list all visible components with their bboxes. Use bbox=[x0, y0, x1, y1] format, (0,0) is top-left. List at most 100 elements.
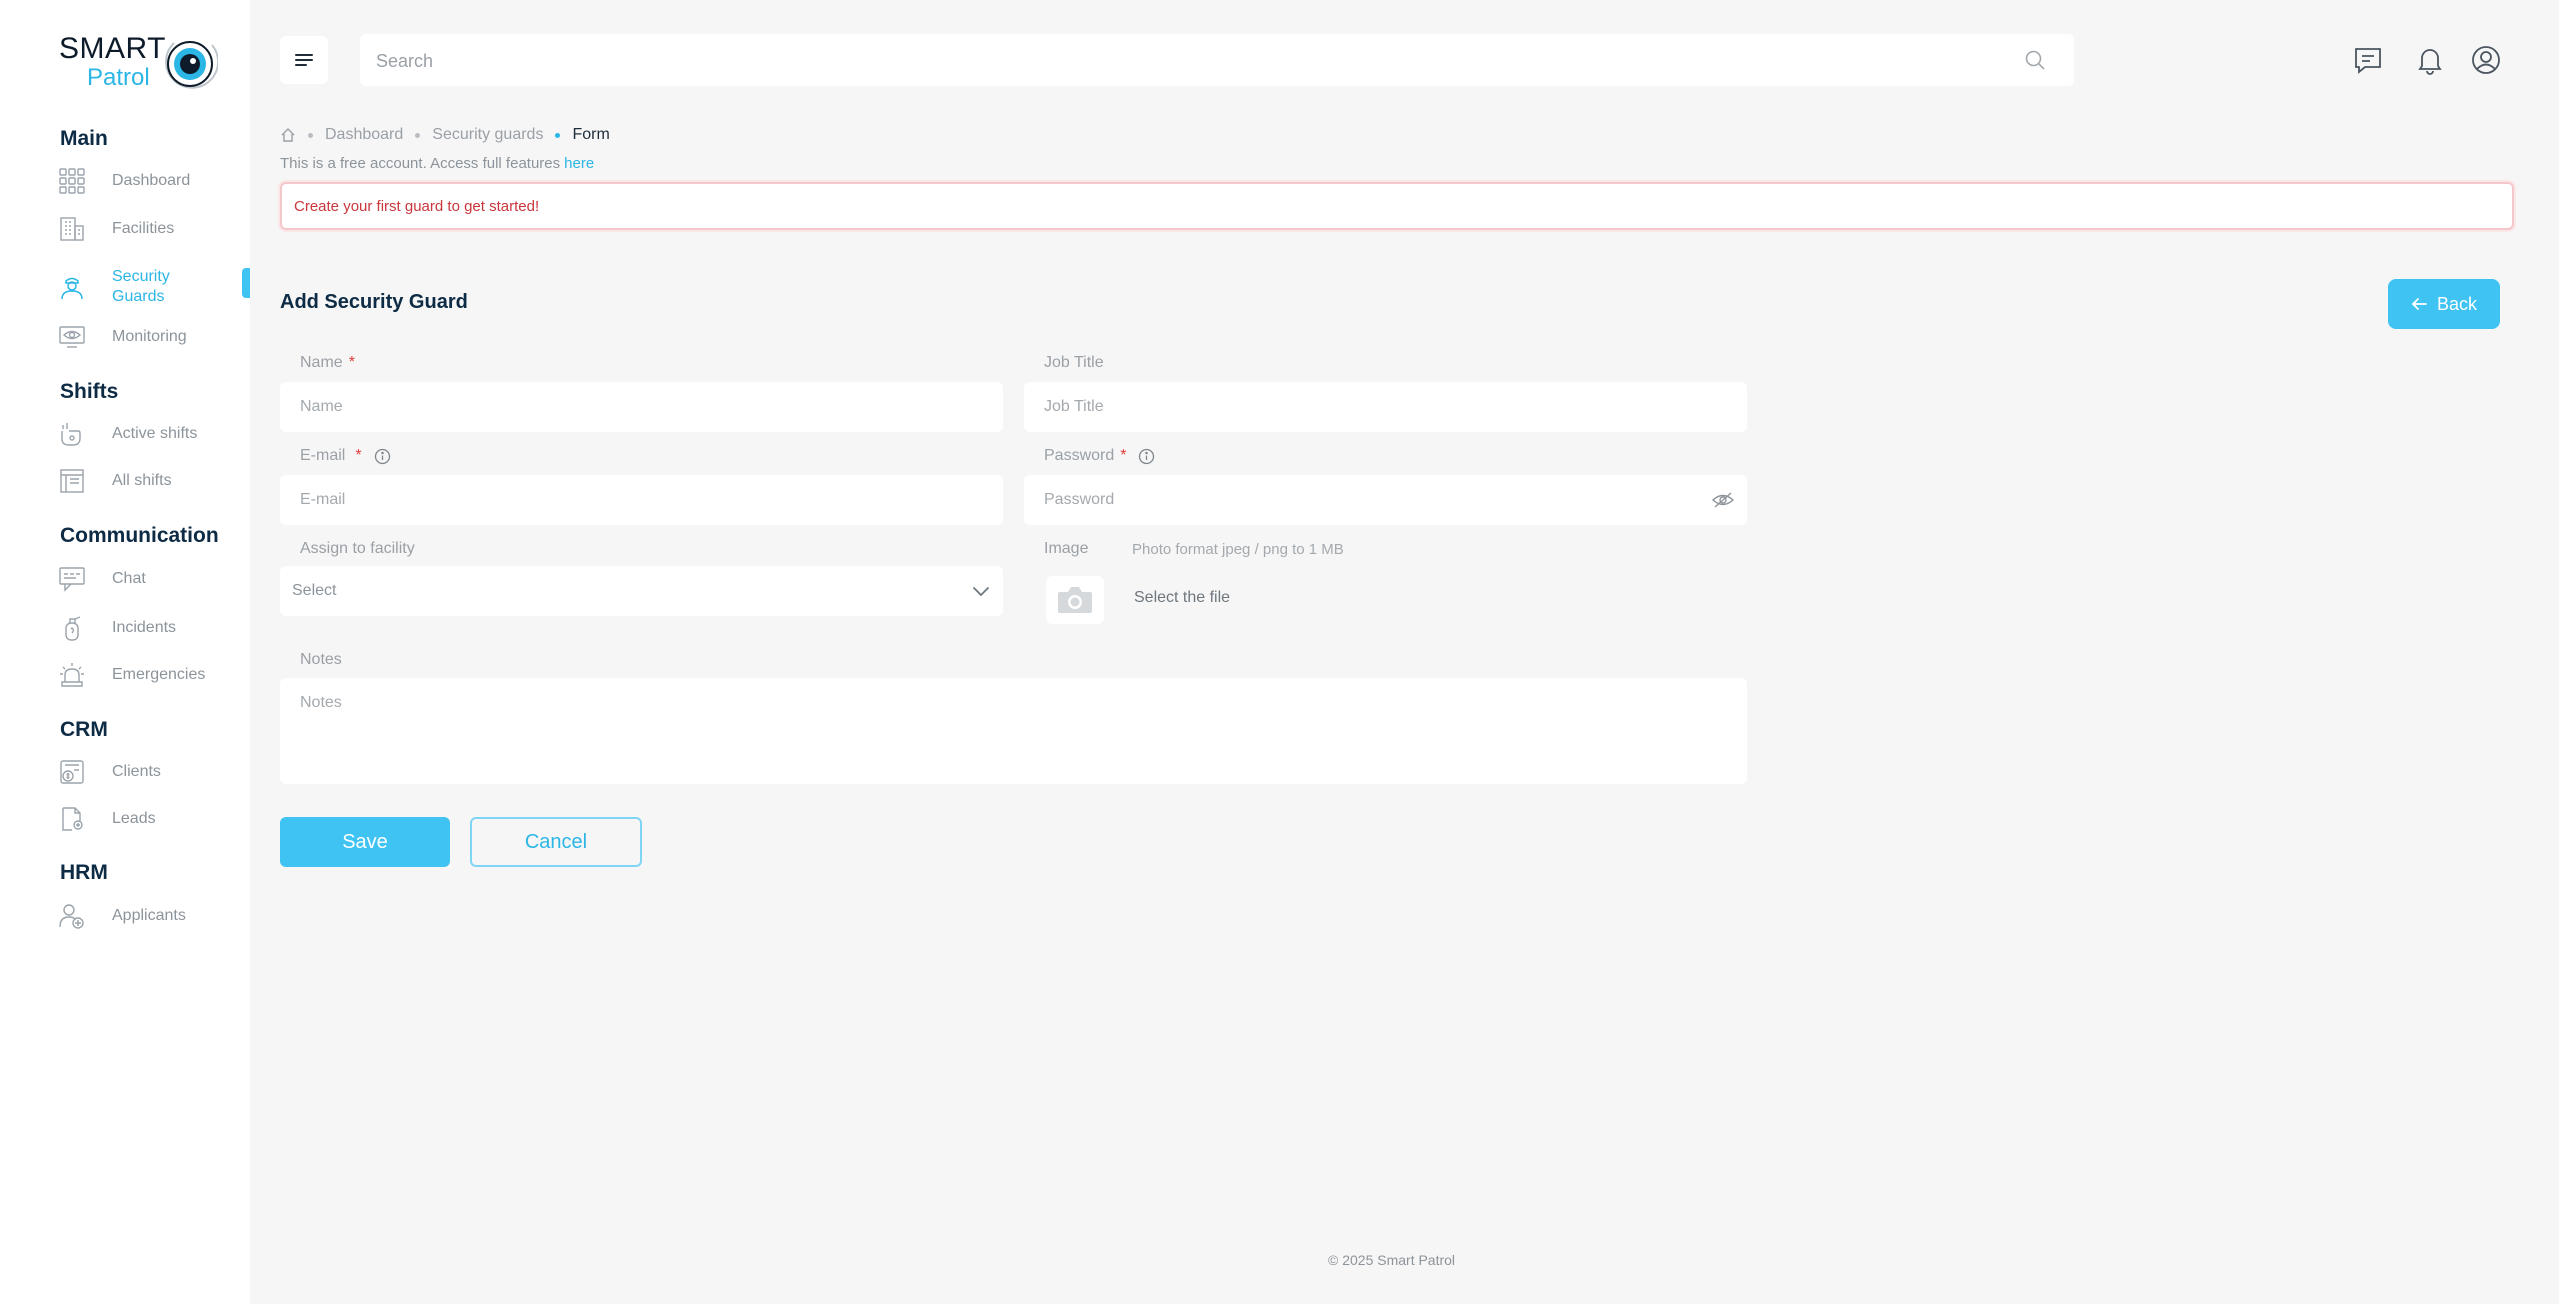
active-item-marker bbox=[242, 268, 250, 298]
image-upload-button[interactable] bbox=[1046, 576, 1104, 624]
menu-toggle-button[interactable] bbox=[280, 36, 328, 84]
sidebar-item-security-guards[interactable]: Security Guards bbox=[59, 268, 250, 306]
sidebar-item-leads[interactable]: Leads bbox=[59, 804, 250, 834]
facility-select-value: Select bbox=[292, 582, 337, 599]
upgrade-link[interactable]: here bbox=[564, 155, 594, 172]
section-title-shifts: Shifts bbox=[60, 380, 119, 403]
required-marker: * bbox=[1120, 447, 1127, 464]
password-label-text: Password bbox=[1044, 447, 1115, 464]
job-title-input[interactable] bbox=[1024, 382, 1747, 432]
free-account-text: This is a free account. Access full feat… bbox=[280, 155, 561, 172]
info-icon[interactable] bbox=[1138, 448, 1155, 465]
search-input[interactable] bbox=[374, 34, 2018, 88]
back-button[interactable]: Back bbox=[2388, 279, 2500, 329]
cancel-button[interactable]: Cancel bbox=[470, 817, 642, 867]
logo[interactable]: SMART Patrol bbox=[59, 30, 219, 94]
menu-icon bbox=[295, 54, 313, 66]
notes-label-text: Notes bbox=[300, 651, 342, 668]
camera-icon bbox=[1058, 587, 1092, 613]
facility-label-text: Assign to facility bbox=[300, 540, 415, 557]
section-title-main: Main bbox=[60, 127, 108, 150]
facility-select[interactable]: Select bbox=[280, 566, 1003, 616]
leads-icon bbox=[62, 807, 83, 831]
alarm-icon bbox=[60, 663, 84, 687]
password-label: Password * bbox=[1044, 447, 1155, 465]
breadcrumb-current: Form bbox=[572, 126, 610, 143]
required-marker: * bbox=[348, 354, 355, 371]
grid-icon bbox=[59, 168, 85, 194]
sidebar-item-chat[interactable]: Chat bbox=[59, 564, 250, 594]
board-icon bbox=[60, 469, 84, 493]
name-input[interactable] bbox=[280, 382, 1003, 432]
page-title: Add Security Guard bbox=[280, 291, 468, 313]
chevron-down-icon bbox=[973, 587, 989, 597]
email-label: E-mail * bbox=[300, 447, 391, 465]
job-title-label: Job Title bbox=[1044, 354, 1104, 372]
name-label: Name * bbox=[300, 354, 355, 372]
breadcrumb-security-guards[interactable]: Security guards bbox=[432, 126, 543, 144]
required-marker: * bbox=[355, 447, 362, 464]
password-input[interactable] bbox=[1024, 475, 1747, 525]
email-input[interactable] bbox=[280, 475, 1003, 525]
sidebar-item-emergencies[interactable]: Emergencies bbox=[59, 660, 250, 690]
info-icon[interactable] bbox=[374, 448, 391, 465]
sidebar-item-label: Dashboard bbox=[112, 172, 191, 189]
sidebar-item-label: Clients bbox=[112, 763, 161, 780]
image-label: Image bbox=[1044, 540, 1088, 558]
search-bar bbox=[360, 34, 2074, 88]
fire-extinguisher-icon bbox=[65, 616, 81, 641]
alert-banner: Create your first guard to get started! bbox=[280, 182, 2514, 230]
logo-text-smart: SMART bbox=[59, 32, 166, 65]
home-icon[interactable] bbox=[280, 127, 296, 143]
free-account-note: This is a free account. Access full feat… bbox=[280, 155, 594, 172]
sidebar-item-label: Emergencies bbox=[112, 666, 206, 683]
hand-icon bbox=[61, 423, 81, 446]
back-button-label: Back bbox=[2436, 293, 2478, 314]
sidebar-item-incidents[interactable]: Incidents bbox=[59, 613, 250, 643]
breadcrumb-separator bbox=[308, 132, 313, 138]
sidebar-item-label: Monitoring bbox=[112, 328, 187, 345]
user-circle-icon[interactable] bbox=[2470, 44, 2502, 76]
sidebar-item-label: Incidents bbox=[112, 619, 177, 636]
sidebar-item-active-shifts[interactable]: Active shifts bbox=[59, 419, 250, 449]
notes-textarea[interactable] bbox=[280, 678, 1747, 784]
search-icon[interactable] bbox=[2024, 49, 2046, 71]
clients-icon bbox=[60, 760, 84, 784]
section-title-hrm: HRM bbox=[60, 861, 108, 884]
monitor-eye-icon bbox=[59, 326, 85, 348]
sidebar-item-label: Applicants bbox=[112, 907, 186, 924]
sidebar-item-facilities[interactable]: Facilities bbox=[59, 214, 250, 244]
breadcrumb-dashboard[interactable]: Dashboard bbox=[325, 126, 403, 144]
sidebar-item-label: Active shifts bbox=[112, 425, 198, 442]
sidebar-item-all-shifts[interactable]: All shifts bbox=[59, 466, 250, 496]
sidebar-item-monitoring[interactable]: Monitoring bbox=[59, 322, 250, 352]
bell-icon[interactable] bbox=[2414, 44, 2446, 76]
breadcrumb-separator bbox=[555, 132, 561, 138]
sidebar-item-label: All shifts bbox=[112, 472, 172, 489]
guard-icon bbox=[61, 277, 83, 300]
notes-label: Notes bbox=[300, 651, 342, 669]
name-label-text: Name bbox=[300, 354, 343, 371]
logo-text-patrol: Patrol bbox=[87, 64, 150, 91]
facility-label: Assign to facility bbox=[300, 540, 415, 558]
sidebar: SMART Patrol Main Dashboard Facilities S bbox=[0, 0, 250, 1304]
alert-text: Create your first guard to get started! bbox=[294, 197, 540, 215]
sidebar-item-label: Security Guards bbox=[112, 268, 170, 305]
applicant-icon bbox=[59, 904, 84, 929]
building-icon bbox=[60, 217, 84, 241]
sidebar-item-clients[interactable]: Clients bbox=[59, 757, 250, 787]
eye-logo-icon bbox=[165, 41, 218, 89]
section-title-communication: Communication bbox=[60, 524, 219, 547]
image-hint: Photo format jpeg / png to 1 MB bbox=[1132, 541, 1344, 558]
chat-icon bbox=[59, 567, 85, 592]
save-button[interactable]: Save bbox=[280, 817, 450, 867]
sidebar-item-applicants[interactable]: Applicants bbox=[59, 901, 250, 931]
sidebar-item-dashboard[interactable]: Dashboard bbox=[59, 166, 250, 196]
sidebar-item-label: Facilities bbox=[112, 220, 175, 237]
eye-off-icon[interactable] bbox=[1712, 490, 1734, 510]
email-label-text: E-mail bbox=[300, 447, 346, 464]
select-file-link[interactable]: Select the file bbox=[1134, 589, 1230, 607]
breadcrumb-separator bbox=[415, 132, 421, 138]
arrow-left-icon bbox=[2411, 298, 2427, 310]
message-icon[interactable] bbox=[2352, 44, 2384, 76]
